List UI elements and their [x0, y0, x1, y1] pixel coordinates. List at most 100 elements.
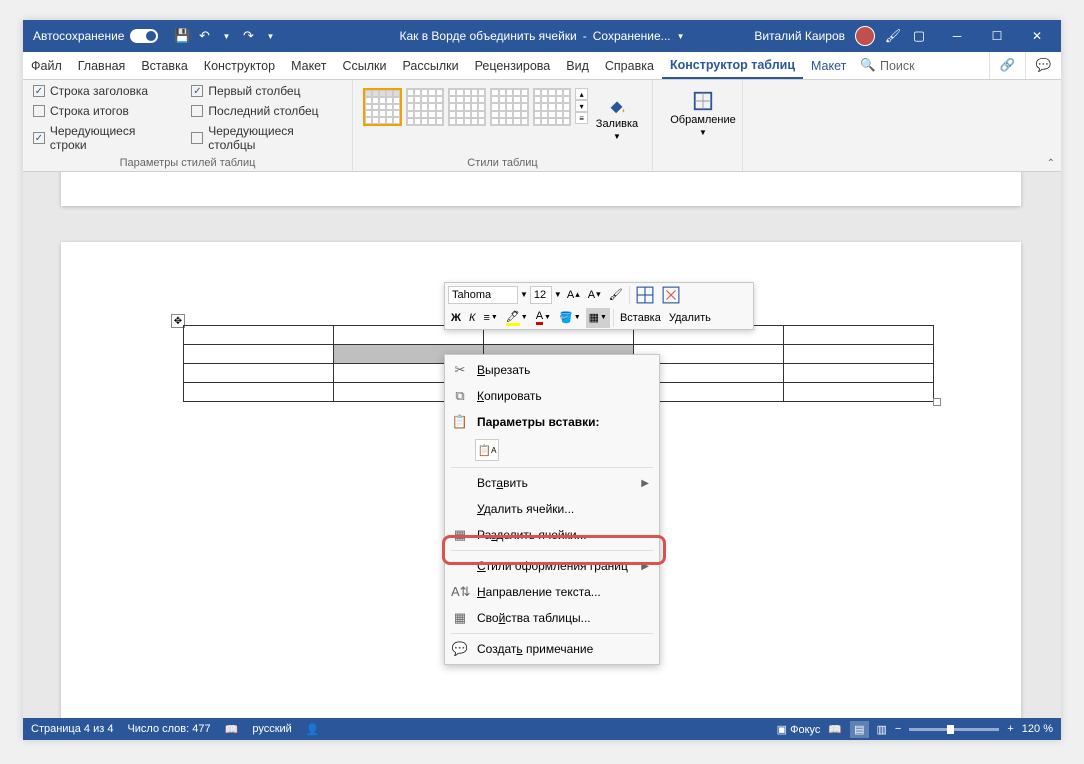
status-lang[interactable]: русский	[252, 723, 291, 735]
table-style-2[interactable]	[406, 88, 444, 126]
user-name[interactable]: Виталий Каиров	[754, 29, 845, 43]
close-button[interactable]: ✕	[1017, 20, 1057, 52]
tab-help[interactable]: Справка	[597, 52, 662, 79]
chk-banded-rows[interactable]: ✓Чередующиеся строки	[33, 124, 173, 152]
ctx-border-styles[interactable]: Стили оформления границ▶	[445, 553, 659, 579]
collapse-ribbon-icon[interactable]: ⌃	[1047, 158, 1055, 169]
table-style-5[interactable]	[533, 88, 571, 126]
status-page[interactable]: Страница 4 из 4	[31, 723, 113, 735]
highlight-icon[interactable]: 🖊▼	[503, 308, 531, 328]
borders-button[interactable]: Обрамление▼	[663, 84, 743, 137]
tab-table-design[interactable]: Конструктор таблиц	[662, 52, 803, 79]
ctx-copy[interactable]: ⧉Копировать	[445, 383, 659, 409]
tab-design[interactable]: Конструктор	[196, 52, 283, 79]
group-label-styles: Стили таблиц	[353, 157, 652, 169]
view-read-icon[interactable]: 📖	[828, 723, 842, 736]
save-status: Сохранение...	[593, 29, 671, 43]
undo-dropdown-icon[interactable]: ▼	[218, 28, 234, 44]
group-label-options: Параметры стилей таблиц	[23, 157, 352, 169]
status-words[interactable]: Число слов: 477	[127, 723, 210, 735]
shading-button[interactable]: Заливка▼	[592, 88, 642, 141]
zoom-slider[interactable]	[909, 728, 999, 731]
zoom-out-button[interactable]: −	[895, 723, 901, 735]
view-web-icon[interactable]: ▥	[877, 723, 887, 736]
qat-dropdown-icon[interactable]: ▼	[262, 28, 278, 44]
statusbar: Страница 4 из 4 Число слов: 477 📖 русски…	[23, 718, 1061, 740]
tab-insert[interactable]: Вставка	[133, 52, 195, 79]
border-mini-icon[interactable]: ▦▼	[586, 308, 610, 328]
autosave-toggle[interactable]: Автосохранение	[23, 29, 168, 43]
align-icon[interactable]: ≡▼	[480, 308, 500, 328]
ctx-split-cells[interactable]: ▦Разделить ячейки...	[445, 522, 659, 548]
font-color-icon[interactable]: A▼	[533, 308, 554, 328]
tab-file[interactable]: Файл	[23, 52, 70, 79]
tab-view[interactable]: Вид	[558, 52, 597, 79]
zoom-level[interactable]: 120 %	[1022, 723, 1053, 735]
search-icon: 🔍	[860, 58, 876, 73]
maximize-button[interactable]: ☐	[977, 20, 1017, 52]
search-box[interactable]: 🔍 Поиск	[860, 52, 914, 79]
table-resize-handle[interactable]	[933, 398, 941, 406]
tab-table-layout[interactable]: Макет	[803, 52, 854, 79]
chk-banded-cols[interactable]: Чередующиеся столбцы	[191, 124, 342, 152]
avatar[interactable]	[855, 26, 875, 46]
chk-first-col[interactable]: ✓Первый столбец	[191, 84, 342, 98]
italic-icon[interactable]: К	[466, 308, 478, 328]
ctx-text-direction[interactable]: A⇅Направление текста...	[445, 579, 659, 605]
tab-mail[interactable]: Рассылки	[394, 52, 466, 79]
ribbon-display-icon[interactable]: ▢	[911, 28, 927, 44]
spellcheck-icon[interactable]: 📖	[225, 723, 239, 736]
insert-mini-label[interactable]: Вставка	[617, 308, 664, 328]
copy-icon: ⧉	[451, 388, 469, 404]
ctx-insert[interactable]: Вставить▶	[445, 470, 659, 496]
ribbon: ✓Строка заголовка Строка итогов ✓Чередую…	[23, 80, 1061, 172]
tab-refs[interactable]: Ссылки	[334, 52, 394, 79]
focus-mode[interactable]: ▣ Фокус	[777, 723, 821, 736]
format-painter-icon[interactable]: 🖌	[606, 285, 626, 305]
tab-layout[interactable]: Макет	[283, 52, 334, 79]
insert-mini-button[interactable]	[633, 285, 657, 305]
zoom-in-button[interactable]: +	[1007, 723, 1013, 735]
ctx-delete-cells[interactable]: Удалить ячейки...	[445, 496, 659, 522]
ctx-new-comment[interactable]: 💬Создать примечание	[445, 636, 659, 662]
share-button[interactable]: 🔗	[989, 52, 1025, 79]
table-style-1[interactable]	[363, 88, 402, 126]
accessibility-icon[interactable]: 👤	[306, 723, 320, 736]
document-area[interactable]: ✥ Tahoma ▼ 12 ▼ A▴ A▾ 🖌 Ж К	[23, 172, 1061, 718]
chevron-right-icon: ▶	[641, 478, 649, 489]
table-style-4[interactable]	[490, 88, 528, 126]
chk-header-row[interactable]: ✓Строка заголовка	[33, 84, 173, 98]
titlebar: Автосохранение 💾 ↶ ▼ ↷ ▼ Как в Ворде объ…	[23, 20, 1061, 52]
tab-home[interactable]: Главная	[70, 52, 134, 79]
save-icon[interactable]: 💾	[174, 28, 190, 44]
bold-icon[interactable]: Ж	[448, 308, 464, 328]
cut-icon: ✂	[451, 362, 469, 378]
shading-mini-icon[interactable]: 🪣▼	[556, 308, 584, 328]
paste-icon: 📋	[451, 414, 469, 430]
rocket-icon[interactable]: 🖌	[885, 28, 901, 44]
table-style-3[interactable]	[448, 88, 486, 126]
minimize-button[interactable]: ─	[937, 20, 977, 52]
mini-toolbar: Tahoma ▼ 12 ▼ A▴ A▾ 🖌 Ж К ≡▼ 🖊▼ A▼ 🪣▼ ▦▼	[444, 282, 754, 330]
tab-review[interactable]: Рецензирова	[467, 52, 559, 79]
view-print-icon[interactable]: ▤	[850, 721, 868, 738]
ctx-paste-options: 📋Параметры вставки:	[445, 409, 659, 435]
shrink-font-icon[interactable]: A▾	[585, 285, 604, 305]
ctx-table-props[interactable]: ▦Свойства таблицы...	[445, 605, 659, 631]
redo-icon[interactable]: ↷	[240, 28, 256, 44]
delete-mini-label[interactable]: Удалить	[666, 308, 714, 328]
chk-last-col[interactable]: Последний столбец	[191, 104, 342, 118]
chk-total-row[interactable]: Строка итогов	[33, 104, 173, 118]
ribbon-tabs: Файл Главная Вставка Конструктор Макет С…	[23, 52, 1061, 80]
ctx-cut[interactable]: ✂Вырезать	[445, 357, 659, 383]
undo-icon[interactable]: ↶	[196, 28, 212, 44]
comments-button[interactable]: 💬	[1025, 52, 1061, 79]
bucket-icon	[606, 94, 628, 116]
grow-font-icon[interactable]: A▴	[564, 285, 583, 305]
paste-option-1[interactable]: 📋A	[475, 439, 499, 461]
font-size-field[interactable]: 12	[530, 286, 552, 304]
delete-mini-button[interactable]	[659, 285, 683, 305]
style-gallery-scroll[interactable]: ▴▾≡	[575, 88, 588, 141]
table-props-icon: ▦	[451, 610, 469, 626]
font-name-field[interactable]: Tahoma	[448, 286, 518, 304]
